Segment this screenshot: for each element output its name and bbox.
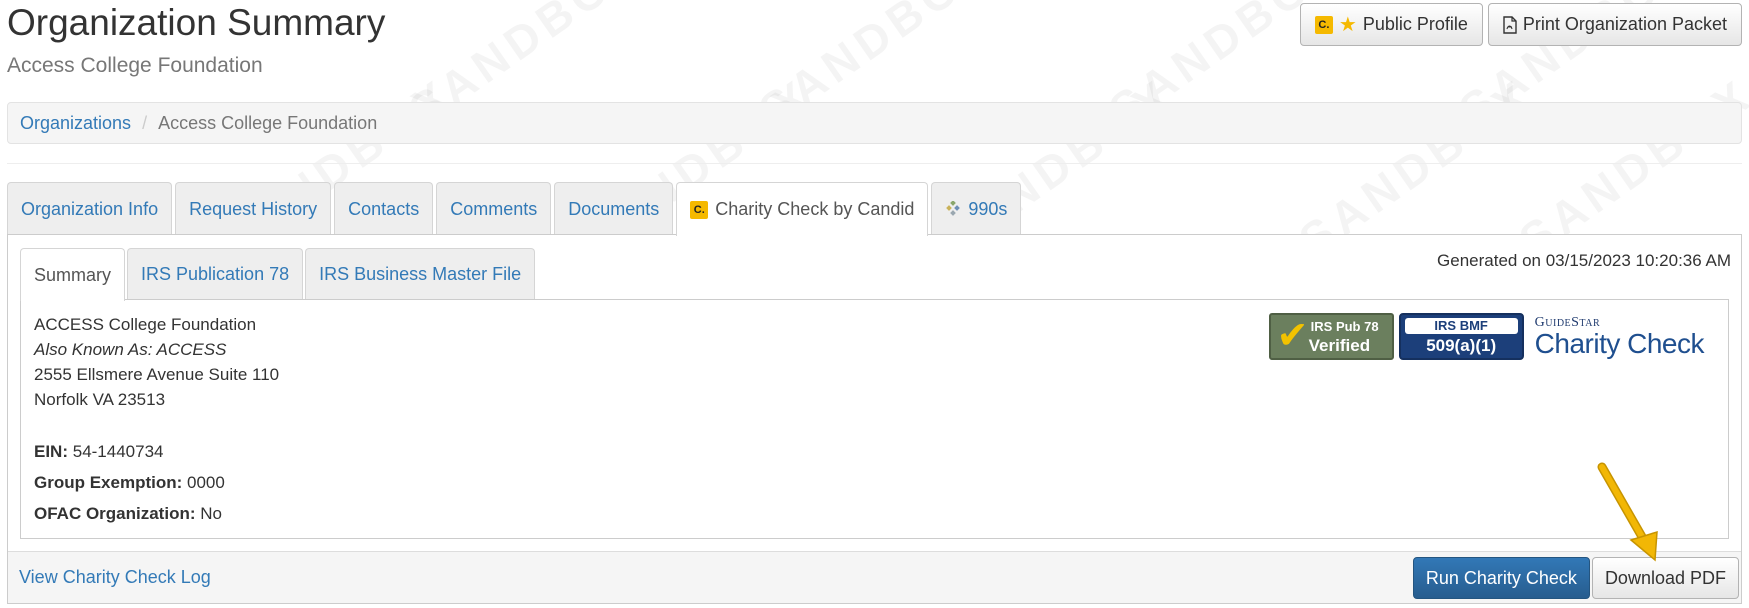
breadcrumb-organizations-link[interactable]: Organizations <box>20 113 131 134</box>
candid-c-icon: C. <box>690 200 709 219</box>
star-icon: ★ <box>1338 13 1357 36</box>
pdf-icon <box>1503 15 1517 34</box>
tab-label: Charity Check by Candid <box>715 199 915 219</box>
ein-value: 54-1440734 <box>72 442 164 461</box>
tab-contacts[interactable]: Contacts <box>334 182 434 235</box>
tab-documents[interactable]: Documents <box>554 182 674 235</box>
print-organization-packet-button[interactable]: Print Organization Packet <box>1487 3 1742 46</box>
subtab-summary[interactable]: Summary <box>20 248 126 301</box>
subtab-label: Summary <box>34 264 112 285</box>
tab-label: Organization Info <box>21 198 159 219</box>
public-profile-button[interactable]: C. ★ Public Profile <box>1299 3 1483 46</box>
group-exemption-field: Group Exemption: 0000 <box>34 467 225 498</box>
address-line-1: 2555 Ellsmere Avenue Suite 110 <box>34 365 280 384</box>
pub78-badge-status: Verified <box>1308 336 1371 355</box>
form-990-icon <box>945 201 961 217</box>
subtab-label: IRS Publication 78 <box>141 264 290 284</box>
group-exemption-value: 0000 <box>187 473 225 492</box>
organization-aka: Also Known As: ACCESS <box>34 340 227 359</box>
organization-address: ACCESS College Foundation Also Known As:… <box>34 312 279 412</box>
breadcrumb-current: Access College Foundation <box>158 112 378 133</box>
tab-organization-info[interactable]: Organization Info <box>7 182 173 235</box>
tab-label: Comments <box>450 198 538 219</box>
subtab-label: IRS Business Master File <box>319 264 522 284</box>
checkmark-icon: ✔ <box>1276 315 1309 357</box>
print-organization-packet-label: Print Organization Packet <box>1522 14 1727 34</box>
summary-content: ACCESS College Foundation Also Known As:… <box>20 299 1729 539</box>
page-title: Organization Summary <box>7 2 386 43</box>
tab-comments[interactable]: Comments <box>436 182 552 235</box>
verification-badges: ✔ IRS Pub 78 Verified IRS BMF 509(a)(1) … <box>1268 313 1705 360</box>
address-line-2: Norfolk VA 23513 <box>34 390 166 409</box>
page-subtitle: Access College Foundation <box>7 54 263 77</box>
ofac-value: No <box>200 504 222 523</box>
tab-label: 990s <box>968 198 1008 219</box>
subtab-irs-business-master-file[interactable]: IRS Business Master File <box>305 248 536 300</box>
tab-label: Request History <box>189 198 318 219</box>
ofac-label: OFAC Organization: <box>34 504 196 523</box>
candid-c-icon: C. <box>1314 15 1333 34</box>
charity-check-panel: Generated on 03/15/2023 10:20:36 AM Summ… <box>7 234 1742 604</box>
tab-request-history[interactable]: Request History <box>175 182 332 235</box>
group-exemption-label: Group Exemption: <box>34 473 183 492</box>
organization-fields: EIN: 54-1440734 Group Exemption: 0000 OF… <box>34 436 225 529</box>
tab-990s[interactable]: 990s <box>931 182 1022 235</box>
public-profile-label: Public Profile <box>1362 14 1468 34</box>
panel-footer: View Charity Check Log Run Charity Check… <box>8 551 1741 603</box>
main-tabs: Organization Info Request History Contac… <box>7 182 1022 236</box>
ein-label: EIN: <box>34 442 68 461</box>
guidestar-logo-line-2: Charity Check <box>1534 327 1705 359</box>
footer-buttons: Run Charity Check Download PDF <box>1412 557 1739 599</box>
divider <box>7 163 1742 164</box>
irs-pub78-verified-badge: ✔ IRS Pub 78 Verified <box>1268 313 1394 360</box>
sub-tabs: Summary IRS Publication 78 IRS Business … <box>20 248 536 301</box>
breadcrumb-separator: / <box>142 112 148 133</box>
irs-bmf-badge: IRS BMF 509(a)(1) <box>1398 313 1524 360</box>
bmf-badge-status: 509(a)(1) <box>1426 336 1497 355</box>
tab-label: Documents <box>568 198 660 219</box>
tab-charity-check[interactable]: C. Charity Check by Candid <box>676 182 929 236</box>
view-charity-check-log-link[interactable]: View Charity Check Log <box>19 567 211 588</box>
bmf-badge-title: IRS BMF <box>1404 318 1518 334</box>
ofac-field: OFAC Organization: No <box>34 498 225 529</box>
organization-name: ACCESS College Foundation <box>34 315 257 334</box>
download-pdf-button[interactable]: Download PDF <box>1591 557 1739 599</box>
breadcrumb: Organizations / Access College Foundatio… <box>7 102 1742 144</box>
pub78-badge-title: IRS Pub 78 <box>1310 319 1379 334</box>
subtab-irs-publication-78[interactable]: IRS Publication 78 <box>127 248 304 300</box>
tab-label: Contacts <box>348 198 420 219</box>
header-actions: C. ★ Public Profile Print Organization P… <box>1299 3 1742 46</box>
generated-timestamp: Generated on 03/15/2023 10:20:36 AM <box>1437 251 1731 270</box>
guidestar-charity-check-logo: GuideStar Charity Check <box>1529 315 1705 359</box>
ein-field: EIN: 54-1440734 <box>34 436 225 467</box>
run-charity-check-button[interactable]: Run Charity Check <box>1412 557 1590 599</box>
